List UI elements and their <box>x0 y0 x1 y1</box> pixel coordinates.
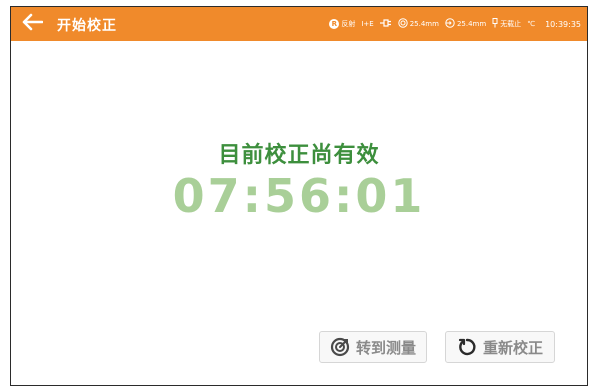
aperture2-value: 25.4mm <box>456 20 487 28</box>
recalibrate-label: 重新校正 <box>482 338 543 357</box>
refresh-icon <box>457 337 477 357</box>
temperature-status: ℃ <box>527 20 535 28</box>
specular-mode-label: I+E <box>361 20 374 28</box>
measure-target-icon <box>330 337 350 357</box>
measure-mode-status: R 反射 <box>329 19 355 29</box>
target-icon <box>445 18 455 30</box>
aperture-value: 25.4mm <box>409 20 439 28</box>
reflect-label: 反射 <box>341 20 356 28</box>
recalibrate-button[interactable]: 重新校正 <box>445 331 555 363</box>
aperture-status: 25.4mm <box>398 18 439 30</box>
page-title: 开始校正 <box>57 18 117 34</box>
top-bar: 开始校正 R 反射 I+E 25.4mm 25.4mm 无载止 ℃ 10:39:… <box>11 7 587 41</box>
device-status: 无载止 <box>492 18 521 30</box>
calibration-countdown: 07:56:01 <box>172 169 426 223</box>
main-content: 目前校正尚有效 07:56:01 转到测量 重新校正 <box>11 41 587 385</box>
plug-icon <box>379 19 392 29</box>
device-label: 无载止 <box>500 20 522 28</box>
specular-mode-status: I+E <box>361 20 373 28</box>
go-to-measure-label: 转到测量 <box>355 338 416 357</box>
status-bar: R 反射 I+E 25.4mm 25.4mm 无载止 ℃ 10:39:35 <box>329 7 581 41</box>
usb-icon <box>492 18 498 30</box>
arrow-left-icon <box>21 13 44 35</box>
reflect-badge-icon: R <box>329 19 340 29</box>
aperture-icon <box>398 18 408 30</box>
app-window: 开始校正 R 反射 I+E 25.4mm 25.4mm 无载止 ℃ 10:39:… <box>10 6 588 386</box>
go-to-measure-button[interactable]: 转到测量 <box>319 331 427 363</box>
connection-status <box>379 19 392 29</box>
clock: 10:39:35 <box>545 19 581 29</box>
back-button[interactable] <box>17 11 47 37</box>
aperture2-status: 25.4mm <box>445 18 486 30</box>
calibration-status-message: 目前校正尚有效 <box>218 143 380 168</box>
temperature-unit: ℃ <box>527 20 536 28</box>
